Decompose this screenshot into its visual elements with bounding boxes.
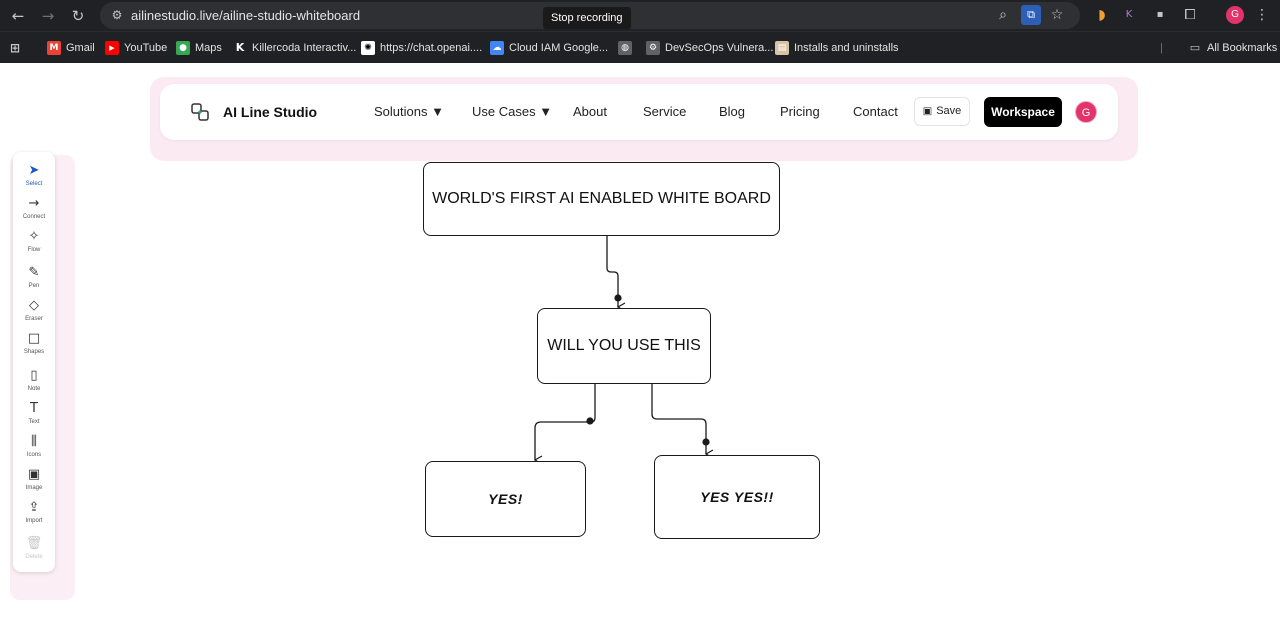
- zoom-icon[interactable]: ⌕: [993, 5, 1013, 25]
- all-bookmarks[interactable]: ▭ All Bookmarks: [1188, 40, 1278, 56]
- nav-about[interactable]: About: [573, 104, 607, 119]
- tool-connect[interactable]: → Connect: [13, 195, 55, 225]
- apps-grid-icon[interactable]: ⊞: [8, 40, 27, 56]
- pen-icon: ✎: [28, 265, 40, 280]
- arrow-right-icon: →: [28, 196, 40, 211]
- site-info-icon[interactable]: ⚙: [109, 7, 125, 23]
- openai-icon: ✺: [361, 41, 375, 55]
- workspace-button[interactable]: Workspace: [984, 97, 1062, 127]
- bookmarks-bar: ⊞ M Gmail ▶ YouTube ● Maps K Killercoda Inte…: [0, 31, 1280, 63]
- node-label: WORLD'S FIRST AI ENABLED WHITE BOARD: [432, 190, 771, 207]
- browser-toolbar: ← → ↻ ⚙ ailinestudio.live/ailine-studio-…: [0, 0, 1280, 31]
- node-will-you-use-this[interactable]: WILL YOU USE THIS: [537, 308, 711, 384]
- user-avatar[interactable]: G: [1075, 101, 1097, 123]
- square-icon: □: [27, 331, 41, 346]
- tool-eraser[interactable]: ◇ Eraser: [13, 297, 55, 327]
- upload-icon: ⇪: [28, 500, 40, 515]
- tool-shapes[interactable]: □ Shapes: [13, 330, 55, 360]
- bookmark-youtube[interactable]: ▶ YouTube: [105, 40, 167, 56]
- text-icon: T: [30, 401, 38, 416]
- maps-icon: ●: [176, 41, 190, 55]
- kebab-menu-icon[interactable]: ⋮: [1252, 5, 1272, 25]
- url-text: ailinestudio.live/ailine-studio-whiteboa…: [131, 8, 361, 23]
- back-icon[interactable]: ←: [8, 6, 28, 26]
- extension-k-icon[interactable]: K: [1119, 5, 1139, 25]
- nav-pricing[interactable]: Pricing: [780, 104, 820, 119]
- node-world-first-whiteboard[interactable]: WORLD'S FIRST AI ENABLED WHITE BOARD: [423, 162, 780, 236]
- drawing-toolbar: ➤ Select → Connect ✧ Flow ✎ Pen ◇ Eraser □ Sha…: [13, 152, 55, 572]
- sparkles-icon: ✧: [28, 229, 40, 244]
- tool-icons[interactable]: ⫼ Icons: [13, 433, 55, 463]
- reload-icon[interactable]: ↻: [68, 6, 88, 26]
- forward-icon[interactable]: →: [38, 6, 58, 26]
- installs-icon: ▤: [775, 41, 789, 55]
- nav-solutions[interactable]: Solutions ▼: [374, 104, 444, 119]
- node-label: WILL YOU USE THIS: [547, 337, 701, 354]
- bookmark-installs[interactable]: ▤ Installs and uninstalls: [775, 40, 899, 56]
- folder-icon: ▭: [1189, 41, 1201, 54]
- cursor-icon: ➤: [28, 163, 40, 178]
- youtube-icon: ▶: [105, 41, 119, 55]
- profile-avatar[interactable]: G: [1226, 6, 1244, 24]
- tool-flow[interactable]: ✧ Flow: [13, 228, 55, 258]
- bookmark-maps[interactable]: ● Maps: [176, 40, 222, 56]
- library-icon: ⫼: [31, 434, 37, 449]
- save-button[interactable]: ▣ Save: [914, 97, 970, 126]
- bookmark-openai[interactable]: ✺ https://chat.openai....: [361, 40, 482, 56]
- extension-terminal-icon[interactable]: ▪: [1150, 5, 1170, 25]
- bookmark-killercoda[interactable]: K Killercoda Interactiv...: [233, 40, 356, 56]
- tool-note[interactable]: ▯ Note: [13, 367, 55, 397]
- google-cloud-icon: ☁: [490, 41, 504, 55]
- killercoda-icon: K: [233, 41, 247, 55]
- nav-blog[interactable]: Blog: [719, 104, 745, 119]
- node-label: YES YES!!: [700, 489, 774, 505]
- stop-recording-tooltip[interactable]: Stop recording: [543, 7, 631, 29]
- extension-icon[interactable]: ◗: [1092, 5, 1112, 25]
- node-yes[interactable]: YES!: [425, 461, 586, 537]
- brand-name[interactable]: AI Line Studio: [223, 104, 317, 120]
- star-icon[interactable]: ☆: [1047, 5, 1067, 25]
- tool-select[interactable]: ➤ Select: [13, 162, 55, 192]
- bookmark-cloud-iam[interactable]: ☁ Cloud IAM Google...: [490, 40, 608, 56]
- tool-import[interactable]: ⇪ Import: [13, 499, 55, 529]
- nav-use-cases[interactable]: Use Cases ▼: [472, 104, 552, 119]
- connector-question-to-yes[interactable]: [533, 384, 596, 465]
- node-yes-yes[interactable]: YES YES!!: [654, 455, 820, 539]
- connector-question-to-yes-yes[interactable]: [651, 384, 714, 459]
- floppy-disk-icon: ▣: [922, 106, 933, 117]
- nav-service[interactable]: Service: [643, 104, 686, 119]
- eraser-icon: ◇: [29, 298, 39, 313]
- devsecops-icon: ⚙: [646, 41, 660, 55]
- nav-contact[interactable]: Contact: [853, 104, 898, 119]
- extensions-puzzle-icon[interactable]: ⧠: [1180, 5, 1200, 25]
- brand-logo-icon[interactable]: [190, 102, 210, 122]
- gmail-icon: M: [47, 41, 61, 55]
- note-icon: ▯: [30, 368, 38, 383]
- bookmark-devsecops[interactable]: ⚙ DevSecOps Vulnera...: [646, 40, 773, 56]
- node-label: YES!: [488, 491, 523, 507]
- bookmarks-separator: |: [1160, 42, 1163, 54]
- screen-record-icon[interactable]: ⧉: [1021, 5, 1041, 25]
- tool-image[interactable]: ▣ Image: [13, 466, 55, 496]
- trash-icon: 🗑: [25, 536, 43, 551]
- tool-pen[interactable]: ✎ Pen: [13, 264, 55, 294]
- site-navbar: AI Line Studio Solutions ▼ Use Cases ▼ A…: [160, 84, 1118, 140]
- bookmark-gmail[interactable]: M Gmail: [47, 40, 95, 56]
- image-icon: ▣: [27, 467, 41, 482]
- bookmark-globe[interactable]: ◍: [618, 40, 637, 56]
- tool-delete[interactable]: 🗑 Delete: [13, 535, 55, 565]
- connector-main-to-question[interactable]: [606, 236, 626, 312]
- globe-icon: ◍: [618, 41, 632, 55]
- tool-text[interactable]: T Text: [13, 400, 55, 430]
